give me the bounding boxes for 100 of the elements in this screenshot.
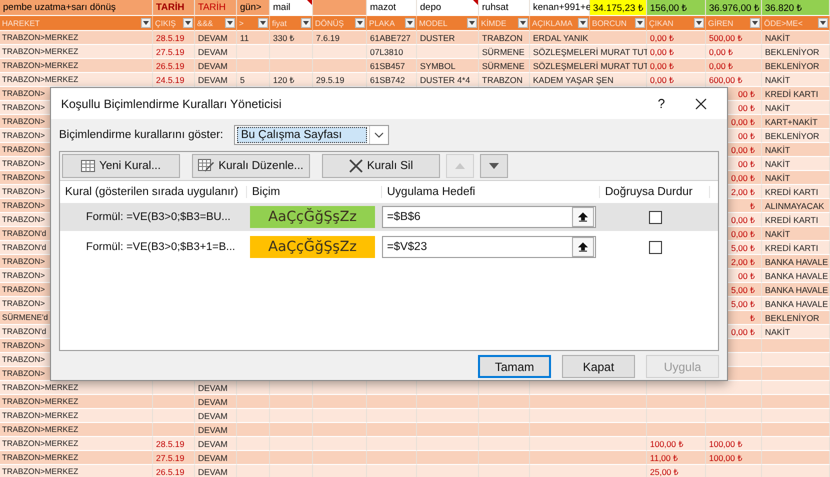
filter-button[interactable] bbox=[518, 18, 528, 28]
table-cell bbox=[479, 381, 530, 395]
scope-dropdown[interactable]: Bu Çalışma Sayfası bbox=[234, 125, 389, 145]
applies-to-field[interactable]: =$V$23 bbox=[382, 236, 596, 258]
table-cell bbox=[762, 339, 830, 353]
table-cell bbox=[367, 451, 417, 465]
table-cell: 600,00 ₺ bbox=[706, 73, 762, 87]
column-header: MODEL bbox=[417, 16, 479, 31]
table-cell bbox=[417, 465, 479, 477]
filter-button[interactable] bbox=[818, 18, 828, 28]
down-triangle-icon bbox=[489, 163, 499, 169]
table-cell: 27.5.19 bbox=[153, 45, 195, 59]
table-cell: TRABZON>MERKEZ bbox=[0, 45, 153, 59]
table-cell: 120 ₺ bbox=[270, 73, 313, 87]
filter-button[interactable] bbox=[635, 18, 645, 28]
filter-button[interactable] bbox=[301, 18, 311, 28]
filter-button[interactable] bbox=[750, 18, 760, 28]
table-cell: TRABZON>MERKEZ bbox=[0, 381, 153, 395]
header-text: 36.976,00 ₺ bbox=[709, 2, 759, 14]
table-cell: 11 bbox=[237, 31, 270, 45]
table-cell bbox=[313, 395, 367, 409]
table-cell bbox=[270, 423, 313, 437]
table-cell: NAKİT bbox=[762, 325, 830, 339]
table-cell bbox=[367, 437, 417, 451]
table-cell bbox=[479, 423, 530, 437]
table-cell bbox=[706, 381, 762, 395]
table-cell bbox=[417, 409, 479, 423]
table-cell bbox=[706, 409, 762, 423]
table-cell: DEVAM bbox=[195, 465, 237, 477]
table-cell bbox=[270, 437, 313, 451]
table-cell: NAKİT bbox=[762, 171, 830, 185]
table-cell: 26.5.19 bbox=[153, 59, 195, 73]
column-header: AÇIKLAMA bbox=[530, 16, 590, 31]
toolbar-button[interactable]: Kuralı Sil bbox=[322, 154, 440, 178]
column-header: DÖNÜŞ bbox=[313, 16, 367, 31]
table-cell: BEKLENİYOR bbox=[762, 311, 830, 325]
move-button[interactable] bbox=[480, 154, 508, 178]
table-cell bbox=[762, 437, 830, 451]
filter-button[interactable] bbox=[183, 18, 193, 28]
table-cell: DEVAM bbox=[195, 31, 237, 45]
filter-button[interactable] bbox=[578, 18, 588, 28]
toolbar-button[interactable]: Yeni Kural... bbox=[62, 154, 180, 178]
table-cell: SÜRMENE bbox=[479, 45, 530, 59]
table-cell: BEKLENİYOR bbox=[762, 59, 830, 73]
checkbox[interactable] bbox=[648, 210, 662, 224]
rule-row[interactable]: Formül: =VE(B3>0;$B3=BU... AaÇçĞğŞşZz =$B$6 bbox=[60, 203, 718, 231]
table-cell bbox=[417, 437, 479, 451]
table-cell bbox=[706, 423, 762, 437]
filter-button[interactable] bbox=[694, 18, 704, 28]
table-cell: 61ABE727 bbox=[367, 31, 417, 45]
dialog-button[interactable]: Tamam bbox=[478, 355, 551, 378]
column-header: BORCUN bbox=[590, 16, 647, 31]
table-cell bbox=[270, 395, 313, 409]
header-text: mazot bbox=[370, 2, 396, 13]
format-preview: AaÇçĞğŞşZz bbox=[250, 236, 375, 258]
table-cell: 11,00 ₺ bbox=[647, 451, 706, 465]
toolbar-button[interactable]: Kuralı Düzenle... bbox=[192, 154, 310, 178]
filter-button[interactable] bbox=[405, 18, 415, 28]
table-cell bbox=[417, 381, 479, 395]
column-header: Biçim bbox=[247, 186, 382, 198]
table-cell: BANKA HAVALE bbox=[762, 255, 830, 269]
table-cell: NAKİT bbox=[762, 227, 830, 241]
table-cell: NAKİT bbox=[762, 157, 830, 171]
help-button[interactable]: ? bbox=[658, 96, 665, 111]
column-header: &&& bbox=[195, 16, 237, 31]
table-cell bbox=[762, 381, 830, 395]
table-cell: TRABZON>MERKEZ bbox=[0, 409, 153, 423]
header-text: mail bbox=[273, 2, 290, 13]
header-text: TARİH bbox=[198, 2, 226, 13]
table-cell: BANKA HAVALE bbox=[762, 283, 830, 297]
checkbox[interactable] bbox=[648, 240, 662, 254]
table-cell bbox=[479, 395, 530, 409]
table-cell: 26.5.19 bbox=[153, 465, 195, 477]
table-cell: TRABZON>MERKEZ bbox=[0, 465, 153, 477]
table-cell bbox=[270, 45, 313, 59]
filter-button[interactable] bbox=[467, 18, 477, 28]
applies-to-field[interactable]: =$B$6 bbox=[382, 206, 596, 228]
close-icon[interactable] bbox=[695, 98, 707, 110]
column-header: HAREKET bbox=[0, 16, 153, 31]
header-text: 36.820 ₺ bbox=[765, 2, 802, 14]
column-header: ÇIKIŞ bbox=[153, 16, 195, 31]
table-cell bbox=[153, 409, 195, 423]
table-cell bbox=[367, 409, 417, 423]
table-cell: NAKİT bbox=[762, 73, 830, 87]
filter-button[interactable] bbox=[141, 18, 151, 28]
table-cell: DEVAM bbox=[195, 395, 237, 409]
filter-button[interactable] bbox=[225, 18, 235, 28]
filter-button[interactable] bbox=[355, 18, 365, 28]
table-cell bbox=[270, 465, 313, 477]
table-cell bbox=[417, 45, 479, 59]
dialog-button[interactable]: Kapat bbox=[562, 355, 635, 378]
table-cell bbox=[313, 423, 367, 437]
comment-indicator-icon bbox=[307, 0, 312, 5]
table-cell bbox=[270, 381, 313, 395]
table-cell bbox=[313, 59, 367, 73]
table-cell: DEVAM bbox=[195, 381, 237, 395]
table-cell: TRABZON>MERKEZ bbox=[0, 451, 153, 465]
header-text: gün> bbox=[240, 2, 262, 13]
filter-button[interactable] bbox=[258, 18, 268, 28]
header-text: ruhsat bbox=[482, 2, 508, 13]
